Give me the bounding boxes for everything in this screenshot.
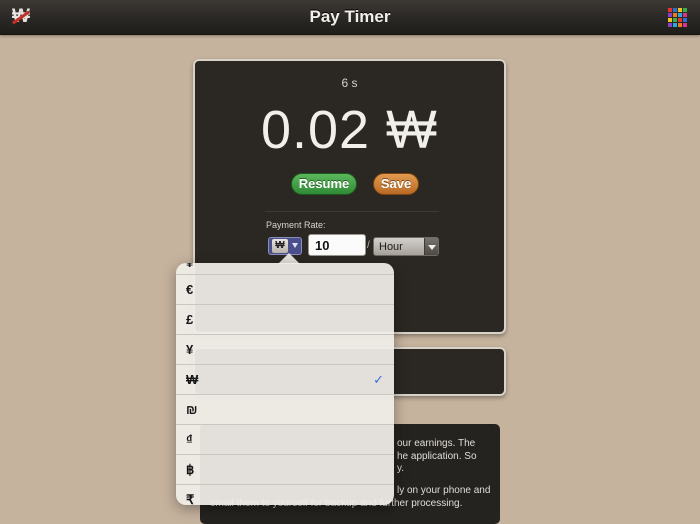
currency-option[interactable]: ₪ — [176, 395, 394, 425]
currency-option[interactable]: ₩ ✓ — [176, 365, 394, 395]
chevron-down-icon — [292, 243, 298, 248]
currency-symbol: £ — [186, 312, 194, 327]
elapsed-time: 6 s — [341, 76, 358, 90]
currency-symbol: ₪ — [186, 402, 198, 417]
info-line: our earnings. The — [397, 438, 476, 449]
info-line: y. — [397, 463, 405, 474]
chevron-down-icon — [424, 238, 438, 255]
grid-square — [668, 18, 672, 22]
currency-symbol: ₩ — [186, 372, 199, 387]
currency-symbol: ₫ — [186, 432, 193, 447]
unit-value: Hour — [379, 241, 403, 253]
grid-square — [683, 23, 687, 27]
currency-option[interactable]: £ — [176, 305, 394, 335]
grid-square — [668, 8, 672, 12]
info-line: he application. So — [397, 451, 477, 462]
checkmark-icon: ✓ — [373, 372, 384, 387]
grid-square — [668, 13, 672, 17]
grid-square — [683, 8, 687, 12]
app-grid-icon[interactable] — [668, 8, 688, 28]
currency-popover: ¥ €£¥₩✓₪₫฿₹ — [176, 263, 394, 505]
earned-amount: 0.02 ₩ — [260, 100, 439, 160]
unit-select[interactable]: Hour — [373, 237, 439, 256]
grid-square — [678, 23, 682, 27]
grid-square — [678, 13, 682, 17]
grid-square — [673, 8, 677, 12]
top-bar: ₩ Pay Timer — [0, 0, 700, 35]
currency-symbol: ₩ — [272, 239, 288, 253]
app-title: Pay Timer — [309, 7, 391, 26]
resume-button[interactable]: Resume — [291, 173, 357, 195]
currency-option[interactable]: ¥ — [176, 335, 394, 365]
grid-square — [673, 13, 677, 17]
divider — [265, 211, 439, 212]
grid-square — [678, 18, 682, 22]
currency-symbol: ฿ — [186, 462, 195, 477]
grid-square — [678, 8, 682, 12]
grid-square — [673, 23, 677, 27]
currency-symbol: ₹ — [186, 492, 195, 505]
grid-square — [668, 23, 672, 27]
currency-symbol: ¥ — [186, 342, 194, 357]
currency-option[interactable]: ฿ — [176, 455, 394, 485]
rate-input[interactable]: 10 — [308, 234, 366, 256]
grid-square — [683, 13, 687, 17]
rate-separator: / — [367, 240, 370, 251]
currency-option[interactable]: ₹ — [176, 485, 394, 505]
info-line: ly on your phone and — [397, 485, 491, 496]
save-button[interactable]: Save — [373, 173, 419, 195]
list-item-partial[interactable]: ¥ — [176, 263, 394, 275]
grid-square — [683, 18, 687, 22]
currency-option[interactable]: ₫ — [176, 425, 394, 455]
currency-option[interactable]: € — [176, 275, 394, 305]
currency-symbol-partial: ¥ — [186, 263, 193, 270]
currency-symbol: € — [186, 282, 194, 297]
grid-square — [673, 18, 677, 22]
payment-rate-label: Payment Rate: — [266, 220, 326, 230]
